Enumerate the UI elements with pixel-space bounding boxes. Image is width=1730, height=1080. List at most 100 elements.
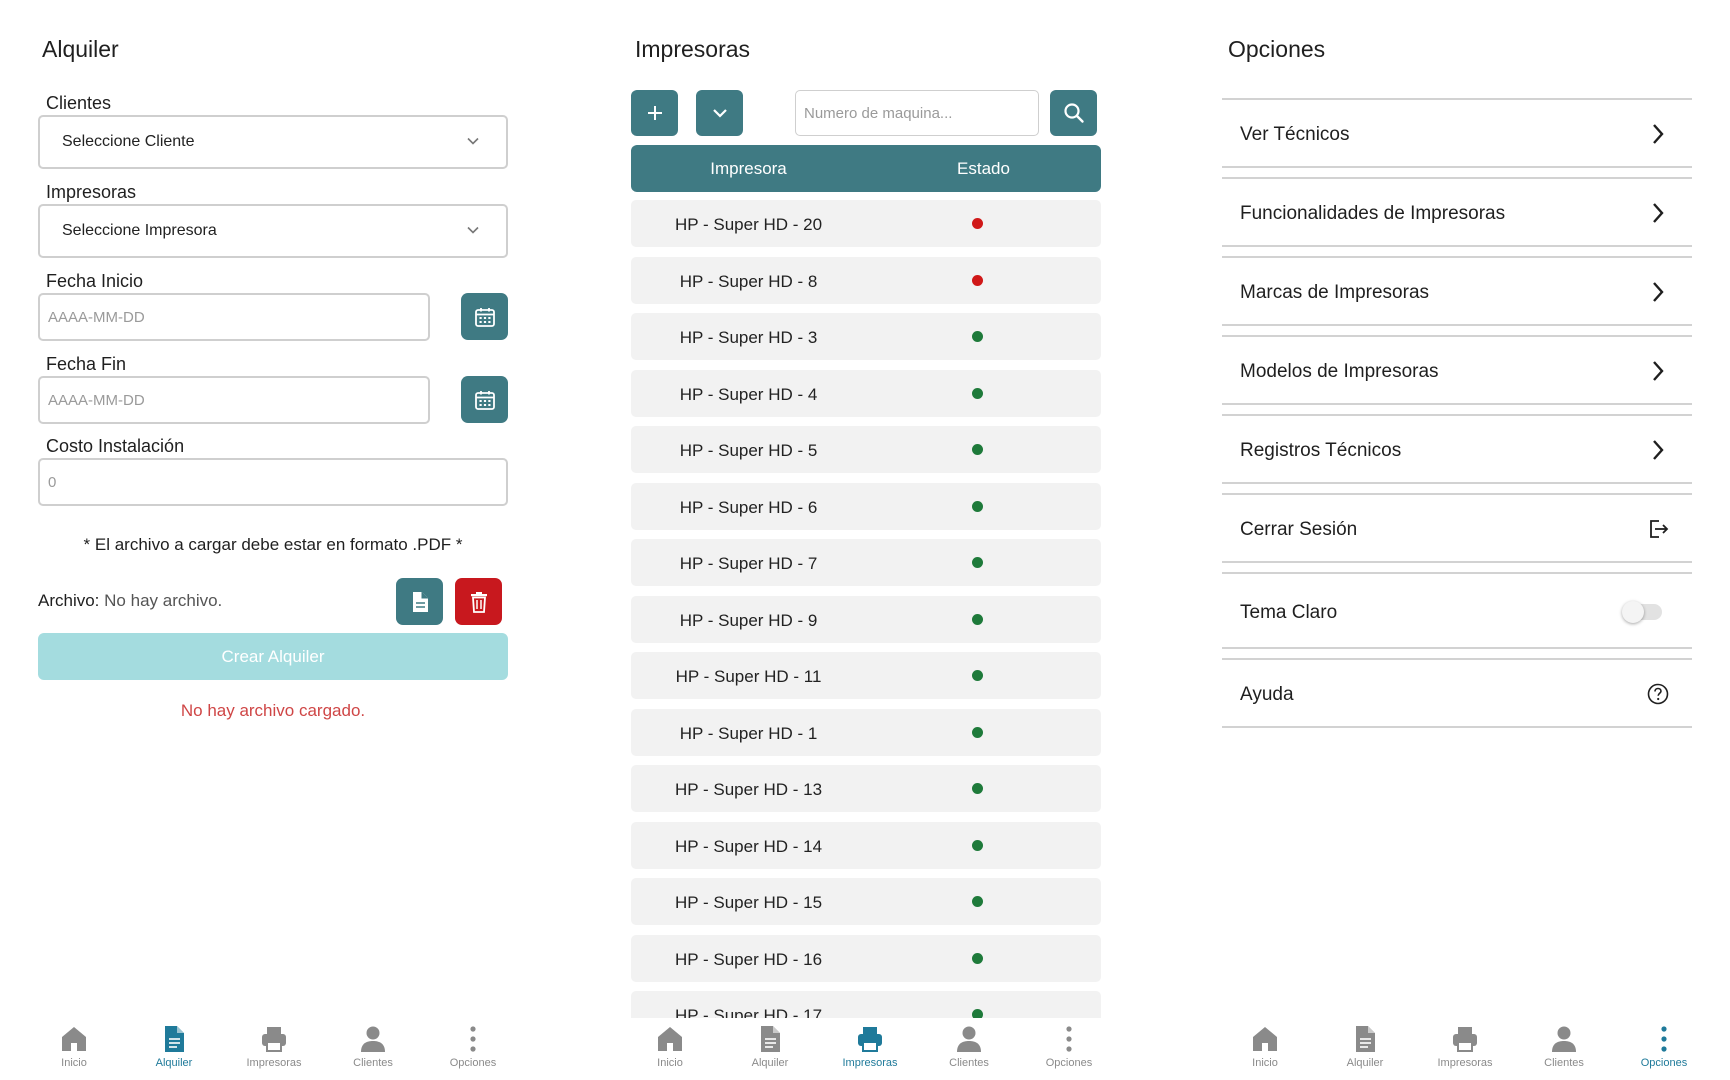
search-button[interactable] <box>1050 90 1097 136</box>
nav-item-inicio[interactable]: Inicio <box>1225 1024 1305 1069</box>
table-row[interactable]: HP - Super HD - 8 <box>631 256 1101 304</box>
option-cerrar-sesion[interactable]: Cerrar Sesión <box>1222 493 1692 563</box>
calendar-icon <box>474 390 495 410</box>
option-modelos-impresoras[interactable]: Modelos de Impresoras <box>1222 335 1692 405</box>
costo-instalacion-label: Costo Instalación <box>46 436 185 456</box>
option-label: Funcionalidades de Impresoras <box>1240 203 1506 224</box>
table-row[interactable]: HP - Super HD - 7 <box>631 539 1101 586</box>
table-row[interactable]: HP - Super HD - 17 <box>631 991 1101 1018</box>
add-printer-button[interactable] <box>631 90 678 136</box>
option-ayuda[interactable]: Ayuda <box>1222 658 1692 728</box>
printer-name: HP - Super HD - 4 <box>679 384 818 404</box>
nav-item-alquiler[interactable]: Alquiler <box>134 1024 214 1069</box>
status-dot <box>972 218 983 229</box>
nav-item-inicio[interactable]: Inicio <box>34 1024 114 1069</box>
filter-dropdown-button[interactable] <box>696 90 743 136</box>
table-row[interactable]: HP - Super HD - 4 <box>631 369 1101 417</box>
printers-table-header: Impresora Estado <box>631 145 1101 192</box>
table-row[interactable]: HP - Super HD - 16 <box>631 934 1101 982</box>
nav-item-alquiler[interactable]: Alquiler <box>1325 1024 1405 1069</box>
nav-item-impresoras[interactable]: Impresoras <box>234 1024 314 1069</box>
table-row[interactable]: HP - Super HD - 9 <box>631 595 1101 643</box>
printer-name: HP - Super HD - 14 <box>674 836 823 856</box>
printer-name: HP - Super HD - 7 <box>679 554 818 573</box>
printer-icon <box>858 1027 882 1052</box>
document-icon <box>1356 1026 1375 1052</box>
nav-item-clientes[interactable]: Clientes <box>929 1024 1009 1069</box>
nav-item-impresoras[interactable]: Impresoras <box>1425 1024 1505 1069</box>
printer-name: HP - Super HD - 8 <box>679 271 818 291</box>
impresoras-label: Impresoras <box>46 182 137 202</box>
calendar-icon <box>474 307 495 327</box>
toggle-knob <box>1622 601 1644 623</box>
option-ver-tecnicos[interactable]: Ver Técnicos <box>1222 98 1692 168</box>
fecha-fin-calendar-button[interactable] <box>461 376 508 423</box>
user-icon <box>1552 1026 1576 1052</box>
opciones-screen: Opciones Ver Técnicos Funcionalidades de… <box>1167 0 1730 1080</box>
nav-label: Inicio <box>1252 1057 1278 1069</box>
table-row[interactable]: HP - Super HD - 20 <box>631 200 1101 247</box>
option-registros-tecnicos[interactable]: Registros Técnicos <box>1222 414 1692 484</box>
printer-name: HP - Super HD - 16 <box>674 949 823 969</box>
table-row[interactable]: HP - Super HD - 6 <box>631 482 1101 530</box>
status-dot <box>972 500 983 512</box>
nav-item-opciones[interactable]: Opciones <box>433 1024 513 1069</box>
trash-icon <box>470 591 487 613</box>
upload-file-button[interactable] <box>396 578 443 625</box>
nav-label: Opciones <box>1045 1057 1093 1069</box>
search-input[interactable] <box>795 90 1039 136</box>
nav-label: Opciones <box>1640 1057 1688 1069</box>
fecha-fin-label: Fecha Fin <box>46 354 127 374</box>
file-icon <box>412 591 428 612</box>
nav-item-clientes[interactable]: Clientes <box>1524 1024 1604 1069</box>
nav-label: Impresoras <box>246 1057 302 1069</box>
user-icon <box>361 1026 385 1052</box>
nav-label: Alquiler <box>751 1057 789 1069</box>
fecha-fin-input[interactable] <box>38 376 430 424</box>
printer-icon <box>262 1027 286 1052</box>
search-icon <box>1063 103 1084 123</box>
fecha-inicio-calendar-button[interactable] <box>461 293 508 340</box>
option-tema-claro[interactable]: Tema Claro <box>1222 572 1692 649</box>
tema-claro-toggle[interactable] <box>1622 601 1662 623</box>
crear-alquiler-button[interactable]: Crear Alquiler <box>38 633 508 680</box>
status-dot <box>972 1009 983 1018</box>
chevron-down-icon <box>467 137 479 145</box>
impresoras-select[interactable]: Seleccione Impresora <box>38 204 508 258</box>
nav-item-inicio[interactable]: Inicio <box>630 1024 710 1069</box>
impresoras-screen: Impresoras Impresora Estado HP - Super H… <box>575 0 1167 1080</box>
table-row[interactable]: HP - Super HD - 14 <box>631 821 1101 869</box>
nav-item-opciones[interactable]: Opciones <box>1029 1024 1109 1069</box>
nav-item-alquiler[interactable]: Alquiler <box>730 1024 810 1069</box>
clientes-select[interactable]: Seleccione Cliente <box>38 115 508 169</box>
nav-label: Impresoras <box>1437 1057 1493 1069</box>
delete-file-button[interactable] <box>455 578 502 625</box>
fecha-inicio-input[interactable] <box>38 293 430 341</box>
table-row[interactable]: HP - Super HD - 1 <box>631 708 1101 756</box>
more-vertical-icon <box>1066 1026 1072 1052</box>
printer-name: HP - Super HD - 6 <box>679 497 818 517</box>
option-marcas-impresoras[interactable]: Marcas de Impresoras <box>1222 256 1692 326</box>
nav-label: Impresoras <box>842 1057 898 1069</box>
chevron-right-icon <box>1653 203 1664 223</box>
more-vertical-icon <box>1661 1026 1667 1052</box>
table-row[interactable]: HP - Super HD - 15 <box>631 878 1101 925</box>
printers-table-body: HP - Super HD - 20 HP - Super HD - 8 HP - … <box>631 200 1101 1018</box>
printer-name: HP - Super HD - 20 <box>674 215 823 234</box>
table-row[interactable]: HP - Super HD - 11 <box>631 652 1101 699</box>
home-icon <box>62 1027 86 1051</box>
table-row[interactable]: HP - Super HD - 13 <box>631 765 1101 812</box>
status-dot <box>972 839 983 851</box>
status-dot <box>972 783 983 794</box>
nav-label: Alquiler <box>155 1057 193 1069</box>
option-label: Ayuda <box>1240 684 1294 705</box>
nav-label: Inicio <box>61 1057 87 1069</box>
status-dot <box>972 387 983 399</box>
table-row[interactable]: HP - Super HD - 3 <box>631 313 1101 360</box>
costo-instalacion-input[interactable] <box>38 458 508 506</box>
nav-item-clientes[interactable]: Clientes <box>333 1024 413 1069</box>
nav-item-impresoras[interactable]: Impresoras <box>830 1024 910 1069</box>
table-row[interactable]: HP - Super HD - 5 <box>631 426 1101 473</box>
option-funcionalidades-impresoras[interactable]: Funcionalidades de Impresoras <box>1222 177 1692 247</box>
nav-item-opciones[interactable]: Opciones <box>1624 1024 1704 1069</box>
